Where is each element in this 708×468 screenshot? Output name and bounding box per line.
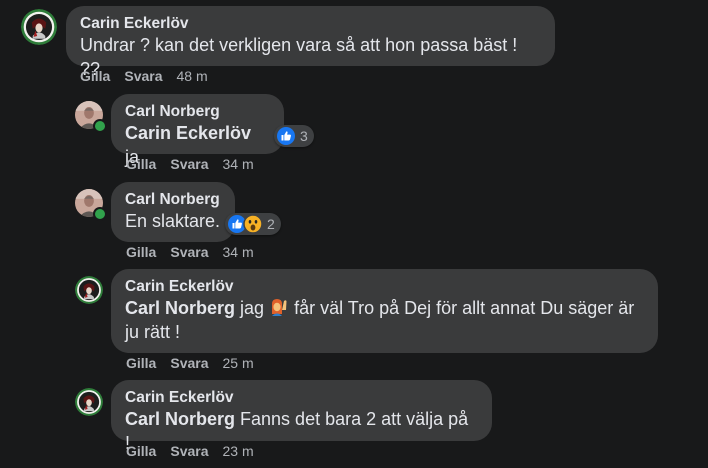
comment-author[interactable]: Carin Eckerlöv: [125, 388, 478, 407]
timestamp[interactable]: 23 m: [223, 443, 254, 459]
reply-button[interactable]: Svara: [170, 443, 208, 459]
comment-bubble: Carin Eckerlöv Carl Norberg Fanns det ba…: [111, 380, 492, 453]
comment-5: Carin Eckerlöv Carl Norberg Fanns det ba…: [0, 0, 708, 468]
comment-actions: Gilla Svara 23 m: [126, 443, 254, 459]
mention-link[interactable]: Carl Norberg: [125, 409, 235, 429]
avatar-carin-eckerlov[interactable]: [75, 388, 103, 416]
like-button[interactable]: Gilla: [126, 443, 156, 459]
